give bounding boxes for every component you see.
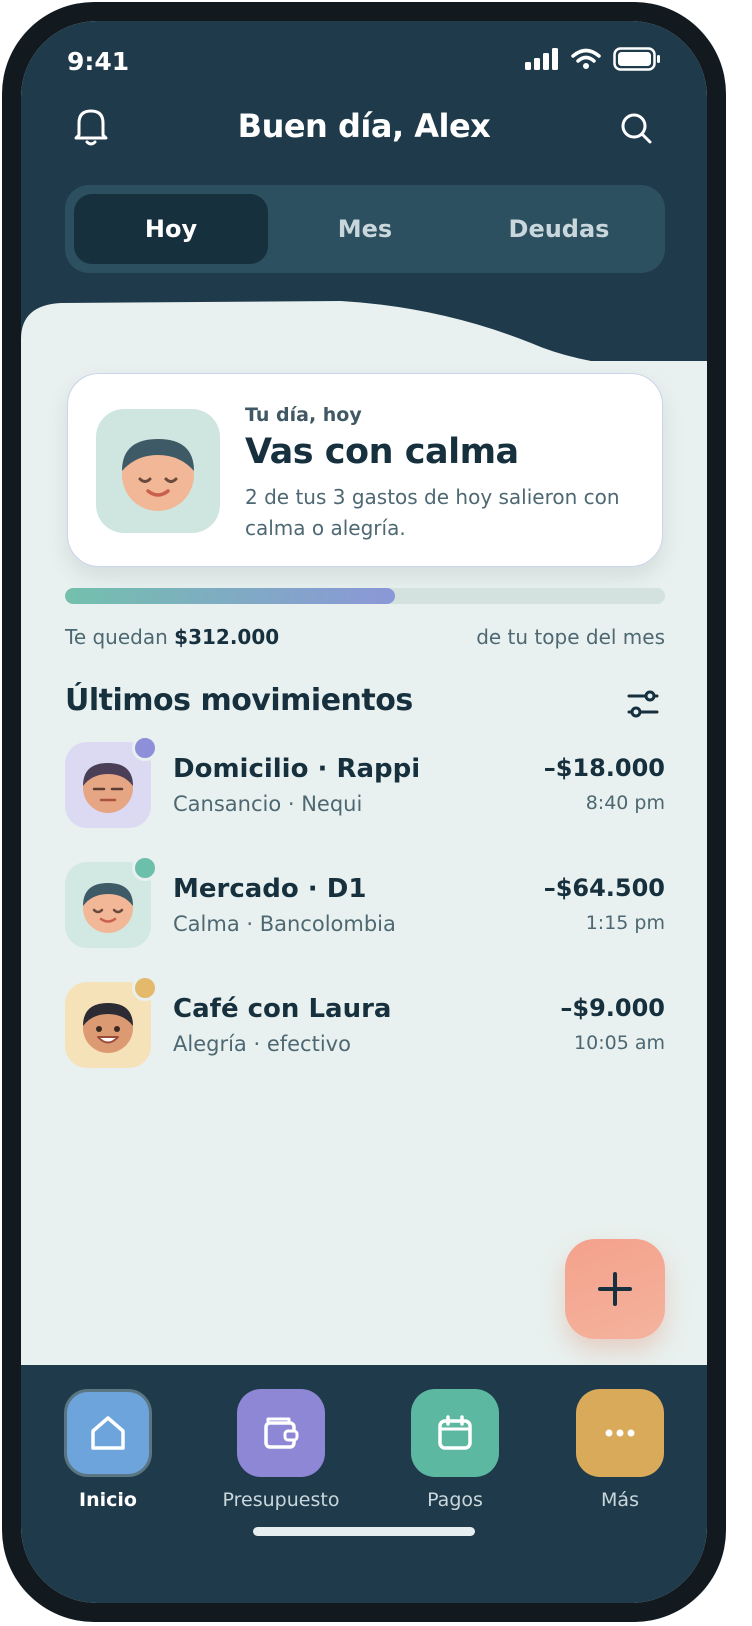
mood-title: Vas con calma (245, 432, 519, 472)
period-segmented-control: Hoy Mes Deudas (65, 185, 665, 273)
budget-prefix: Te quedan (65, 625, 168, 649)
movement-amount: –$64.500 (543, 874, 665, 902)
movements-title: Últimos movimientos (65, 683, 413, 718)
status-icons (525, 47, 661, 71)
budget-suffix: de tu tope del mes (476, 625, 665, 649)
status-bar: 9:41 (21, 21, 707, 101)
movement-time: 1:15 pm (585, 912, 665, 934)
calendar-icon (438, 1415, 472, 1450)
tab-presupuesto[interactable]: Presupuesto (206, 1385, 356, 1525)
movement-row[interactable]: Café con Laura Alegría · efectivo –$9.00… (65, 975, 665, 1068)
mood-card[interactable]: Tu día, hoy Vas con calma 2 de tus 3 gas… (67, 373, 663, 567)
movement-amount: –$18.000 (543, 754, 665, 782)
search-icon[interactable] (617, 109, 657, 149)
tab-tile (237, 1389, 325, 1477)
mood-kicker: Tu día, hoy (245, 404, 362, 426)
mood-dot (132, 735, 158, 761)
tab-inicio[interactable]: Inicio (33, 1385, 183, 1525)
budget-remaining: Te quedan $312.000 (65, 625, 279, 649)
greeting-title: Buen día, Alex (237, 107, 491, 145)
home-icon (91, 1416, 125, 1450)
filter-icon[interactable] (623, 685, 663, 725)
calm-face-icon (83, 883, 133, 933)
segment-hoy[interactable]: Hoy (74, 194, 268, 264)
movement-subtitle: Calma · Bancolombia (173, 912, 396, 936)
tired-face-icon (83, 763, 133, 813)
mood-description: 2 de tus 3 gastos de hoy salieron con ca… (245, 485, 620, 540)
budget-progress-fill (65, 588, 395, 604)
app-screen: 9:41 Buen día, Alex Hoy Mes Deudas Tu dí… (21, 21, 707, 1603)
tab-mas[interactable]: Más (545, 1385, 695, 1525)
tab-label: Presupuesto (222, 1489, 340, 1511)
movement-row[interactable]: Domicilio · Rappi Cansancio · Nequi –$18… (65, 735, 665, 828)
home-indicator (253, 1527, 475, 1536)
movement-name: Domicilio · Rappi (173, 754, 421, 784)
mood-avatar (96, 409, 220, 533)
budget-progress-bar (65, 588, 665, 604)
phone-frame: 9:41 Buen día, Alex Hoy Mes Deudas Tu dí… (2, 2, 726, 1622)
signal-icon (525, 48, 558, 70)
tab-tile (411, 1389, 499, 1477)
movement-amount: –$9.000 (560, 994, 665, 1022)
tab-tile (64, 1389, 152, 1477)
mood-dot (132, 855, 158, 881)
movement-name: Mercado · D1 (173, 874, 367, 904)
bottom-tab-bar: Inicio Presupuesto Pagos Más (21, 1365, 707, 1603)
wallet-icon (264, 1417, 299, 1449)
wifi-icon (571, 48, 601, 69)
tab-tile (576, 1389, 664, 1477)
calm-face-icon (122, 439, 194, 511)
more-icon (605, 1429, 635, 1437)
tab-label: Inicio (79, 1489, 137, 1511)
happy-face-icon (83, 1003, 133, 1053)
movement-row[interactable]: Mercado · D1 Calma · Bancolombia –$64.50… (65, 855, 665, 948)
plus-icon (598, 1272, 632, 1306)
add-movement-button[interactable] (565, 1239, 665, 1339)
movement-subtitle: Cansancio · Nequi (173, 792, 363, 816)
mood-dot (132, 975, 158, 1001)
budget-amount: $312.000 (174, 625, 280, 649)
segment-deudas[interactable]: Deudas (462, 194, 656, 264)
movement-name: Café con Laura (173, 994, 392, 1024)
tab-label: Más (601, 1489, 639, 1511)
movement-time: 8:40 pm (585, 792, 665, 814)
header-wave (21, 301, 707, 379)
tab-label: Pagos (427, 1489, 483, 1511)
status-time: 9:41 (67, 47, 130, 76)
movement-subtitle: Alegría · efectivo (173, 1032, 351, 1056)
tab-pagos[interactable]: Pagos (380, 1385, 530, 1525)
battery-icon (613, 47, 660, 71)
segment-mes[interactable]: Mes (268, 194, 462, 264)
top-header: Buen día, Alex (21, 97, 707, 161)
movement-time: 10:05 am (574, 1032, 665, 1054)
